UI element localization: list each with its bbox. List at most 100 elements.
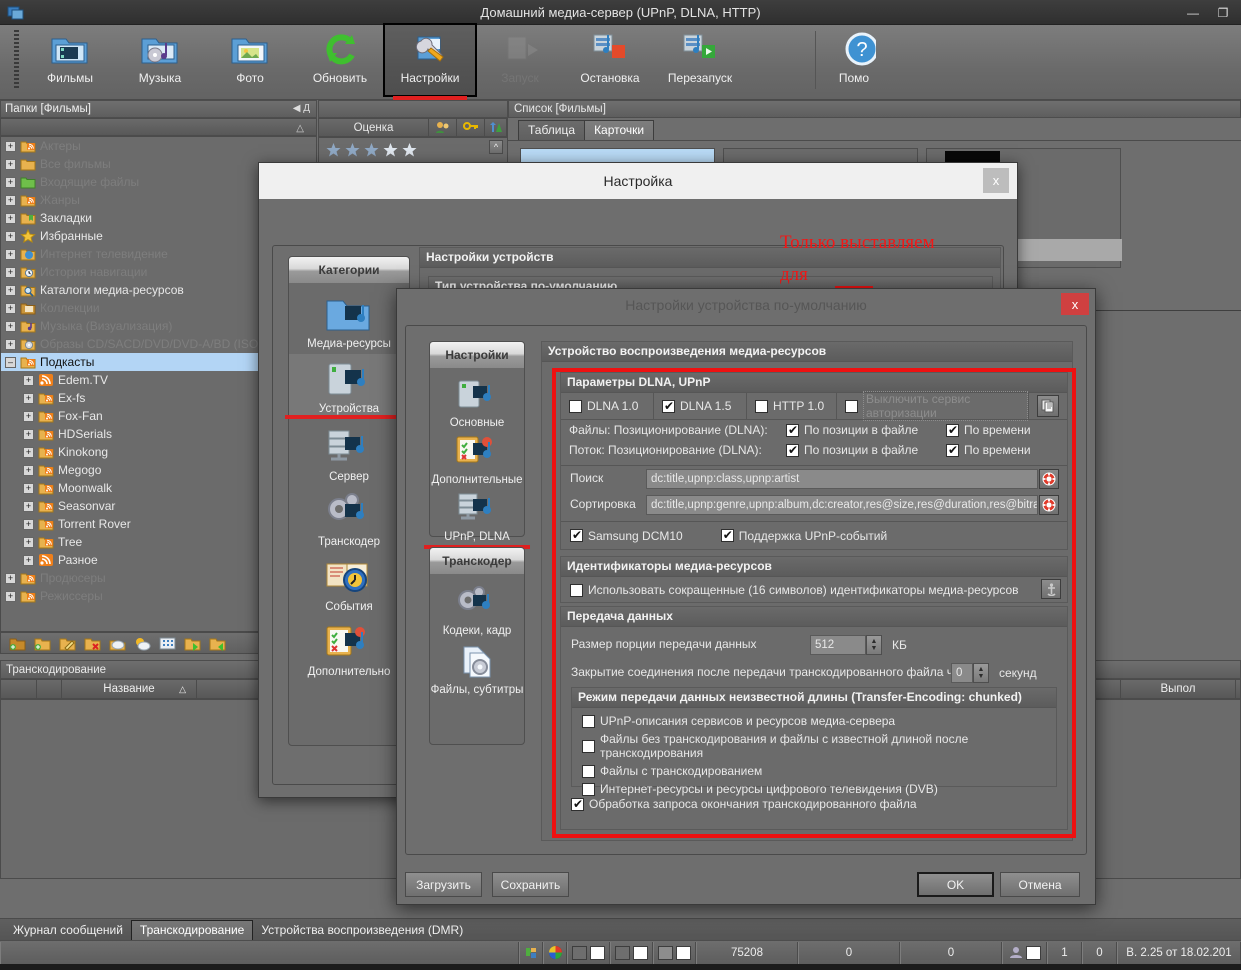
upnp-events-row[interactable]: Поддержка UPnP-событий <box>721 529 888 543</box>
grid-icon[interactable] <box>159 636 176 651</box>
tab-transcoding[interactable]: Транскодирование <box>131 920 253 940</box>
stream-by-position-row[interactable]: По позиции в файле <box>786 443 918 457</box>
toolbar-button-movies[interactable]: Фильмы <box>25 25 115 95</box>
add-folder-icon[interactable] <box>34 636 51 651</box>
people-icon[interactable] <box>429 119 457 136</box>
anchor-icon[interactable] <box>1041 579 1061 599</box>
scroll-up-button[interactable]: ^ <box>489 140 503 154</box>
samsung-dcm10-row[interactable]: Samsung DCM10 <box>570 529 683 543</box>
disable-auth-checkbox[interactable] <box>845 400 858 413</box>
chunked-item-3[interactable]: Интернет-ресурсы и ресурсы цифрового тел… <box>582 782 1056 796</box>
chunked-upnp-descriptions-checkbox[interactable] <box>582 715 595 728</box>
column-header-rating[interactable]: Оценка <box>319 119 429 136</box>
import-icon[interactable] <box>184 636 201 651</box>
weather-icon[interactable] <box>134 636 151 651</box>
files-by-position-checkbox[interactable] <box>786 424 799 437</box>
expand-icon[interactable]: + <box>5 339 16 350</box>
column-header-blank2[interactable] <box>37 680 62 698</box>
end-request-checkbox[interactable] <box>571 798 584 811</box>
chunked-with-transcode-checkbox[interactable] <box>582 765 595 778</box>
device-nav-additional[interactable]: Дополнительные <box>430 429 524 486</box>
delete-icon[interactable] <box>84 636 101 651</box>
expand-icon[interactable]: + <box>5 321 16 332</box>
close-connection-input[interactable]: 0 <box>951 663 973 683</box>
copy-icon[interactable] <box>1037 395 1059 417</box>
column-header-name[interactable]: Название △ <box>62 680 197 698</box>
chunk-size-stepper[interactable]: ▲▼ <box>866 635 882 655</box>
dlna-10-checkbox[interactable] <box>569 400 582 413</box>
column-header-blank1[interactable] <box>1 680 37 698</box>
restore-button[interactable]: ❐ <box>1209 2 1237 24</box>
toolbar-button-help[interactable]: ? Помо <box>824 25 884 95</box>
minimize-button[interactable]: — <box>1179 2 1207 24</box>
http-10-row[interactable]: HTTP 1.0 <box>747 393 837 420</box>
expand-icon[interactable]: + <box>23 429 34 440</box>
category-media-resources[interactable]: Медиа-ресурсы <box>289 289 409 350</box>
tab-table[interactable]: Таблица <box>518 120 585 140</box>
dlna-15-checkbox[interactable] <box>662 400 675 413</box>
tab-dmr-devices[interactable]: Устройства воспроизведения (DMR) <box>252 920 472 940</box>
expand-icon[interactable]: + <box>23 393 34 404</box>
stream-by-time-row[interactable]: По времени <box>946 443 1031 457</box>
short-ids-checkbox[interactable] <box>570 584 583 597</box>
dlna-10-row[interactable]: DLNA 1.0 <box>561 393 654 420</box>
close-icon[interactable]: x <box>1061 293 1089 315</box>
export-icon[interactable] <box>209 636 226 651</box>
stream-by-position-checkbox[interactable] <box>786 444 799 457</box>
expand-icon[interactable]: + <box>5 591 16 602</box>
expand-icon[interactable]: + <box>5 249 16 260</box>
expand-icon[interactable]: + <box>23 375 34 386</box>
category-transcoder[interactable]: Транскодер <box>289 487 409 548</box>
expand-icon[interactable]: + <box>5 285 16 296</box>
expand-icon[interactable]: + <box>23 501 34 512</box>
expand-icon[interactable]: + <box>23 555 34 566</box>
files-by-position-row[interactable]: По позиции в файле <box>786 423 918 437</box>
short-ids-row[interactable]: Использовать сокращенные (16 символов) и… <box>570 583 1019 597</box>
rating-stars[interactable] <box>319 138 507 158</box>
close-connection-stepper[interactable]: ▲▼ <box>973 663 989 683</box>
upnp-events-checkbox[interactable] <box>721 529 734 542</box>
stream-by-time-checkbox[interactable] <box>946 444 959 457</box>
puzzle-icon[interactable] <box>519 942 543 964</box>
ok-button[interactable]: OK <box>917 872 994 897</box>
expand-icon[interactable]: + <box>5 213 16 224</box>
cancel-button[interactable]: Отмена <box>1000 872 1080 897</box>
color-wheel-icon[interactable] <box>543 942 567 964</box>
collapse-icon[interactable]: – <box>5 357 16 368</box>
toolbar-button-stop[interactable]: Остановка <box>565 25 655 95</box>
lifebuoy-icon[interactable] <box>1039 469 1059 489</box>
expand-icon[interactable]: + <box>5 141 16 152</box>
expand-icon[interactable]: + <box>23 537 34 548</box>
key-icon[interactable] <box>457 119 485 136</box>
tab-cards[interactable]: Карточки <box>584 120 654 140</box>
toolbar-button-refresh[interactable]: Обновить <box>295 25 385 95</box>
category-devices[interactable]: Устройства <box>289 354 409 415</box>
tab-message-log[interactable]: Журнал сообщений <box>4 920 132 940</box>
chunked-item-1[interactable]: Файлы без транскодирования и файлы с изв… <box>582 732 1056 760</box>
expand-icon[interactable]: + <box>23 483 34 494</box>
toolbar-button-photo[interactable]: Фото <box>205 25 295 95</box>
category-additional[interactable]: Дополнительно <box>289 617 409 678</box>
close-icon[interactable]: x <box>983 168 1009 193</box>
chunk-size-input[interactable]: 512 <box>810 635 866 655</box>
expand-icon[interactable]: + <box>5 231 16 242</box>
chunked-internet-dvb-checkbox[interactable] <box>582 783 595 796</box>
expand-icon[interactable]: + <box>5 177 16 188</box>
chunked-no-transcode-checkbox[interactable] <box>582 740 595 753</box>
column-header-progress[interactable]: Выпол <box>1121 680 1236 698</box>
dlna-15-row[interactable]: DLNA 1.5 <box>654 393 747 420</box>
toolbar-grip[interactable] <box>14 30 19 90</box>
expand-icon[interactable]: + <box>5 267 16 278</box>
folders-sort-bar[interactable]: △ <box>0 118 317 136</box>
samsung-dcm10-checkbox[interactable] <box>570 529 583 542</box>
cloud-icon[interactable] <box>109 636 126 651</box>
sort-input[interactable]: dc:title,upnp:genre,upnp:album,dc:creato… <box>646 495 1038 515</box>
category-events[interactable]: События <box>289 552 409 613</box>
device-nav-upnp-dlna[interactable]: UPnP, DLNA <box>430 486 524 543</box>
toolbar-button-music[interactable]: Музыка <box>115 25 205 95</box>
category-server[interactable]: Сервер <box>289 422 409 483</box>
add-media-icon[interactable] <box>9 636 26 651</box>
search-input[interactable]: dc:title,upnp:class,upnp:artist <box>646 469 1038 489</box>
expand-icon[interactable]: + <box>5 195 16 206</box>
chunked-item-2[interactable]: Файлы с транскодированием <box>582 764 1056 778</box>
